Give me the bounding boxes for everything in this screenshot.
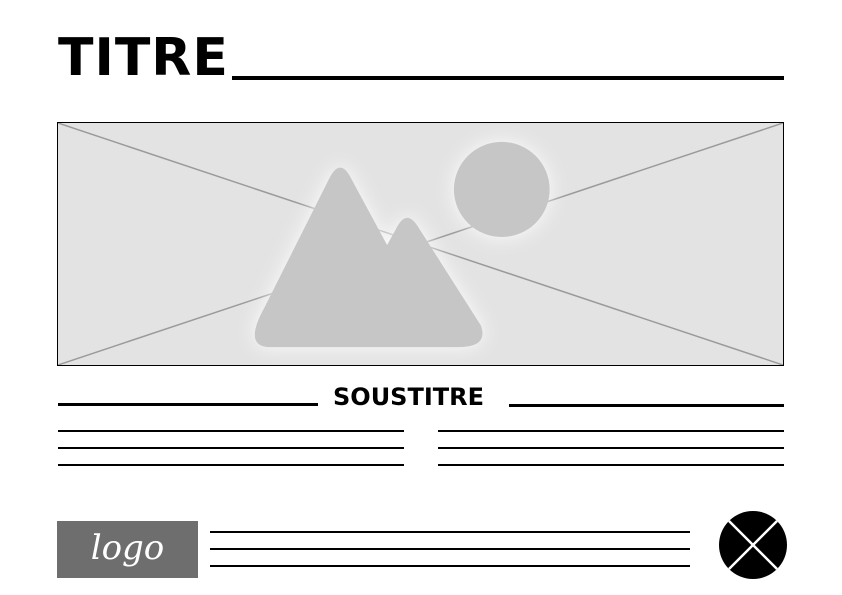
footer-line [210,565,690,567]
image-placeholder-icon [58,123,783,365]
subtitle-rule-right [509,404,784,407]
footer-line [210,531,690,533]
mountain-icon [254,167,483,348]
logo: logo [57,521,198,578]
text-line [438,464,784,466]
text-line [438,447,784,449]
mountain-sun-icon [254,141,550,348]
page-title: TITRE [58,28,229,88]
footer-line [210,548,690,550]
title-underline [232,76,784,80]
text-line [58,430,404,432]
sun-icon [453,141,550,238]
subtitle: SOUSTITRE [333,383,485,411]
subtitle-rule-left [58,403,318,406]
logo-text: logo [90,527,165,568]
text-line [438,430,784,432]
close-icon[interactable] [718,510,788,580]
image-placeholder [57,122,784,366]
text-line [58,464,404,466]
text-line [58,447,404,449]
